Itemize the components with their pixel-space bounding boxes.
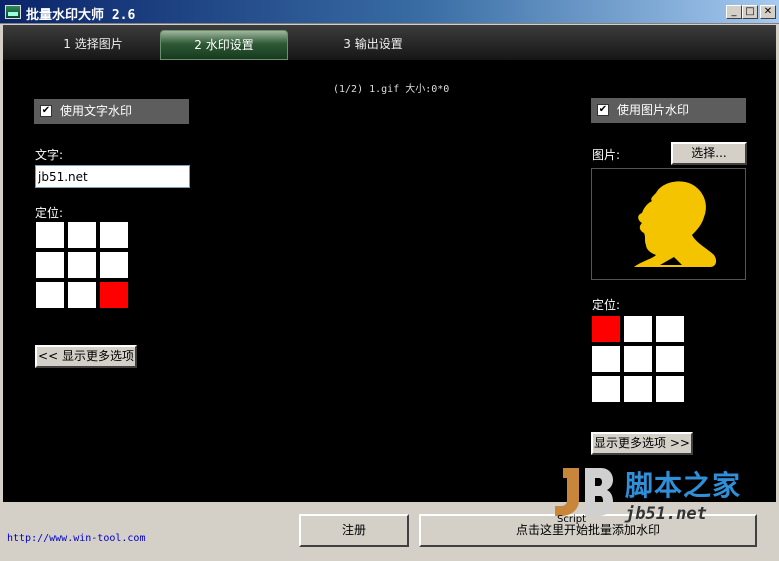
image-watermark-toggle[interactable]: ✔ 使用图片水印 [591,98,746,123]
text-position-cell-0[interactable] [36,222,64,248]
text-watermark-toggle[interactable]: ✔ 使用文字水印 [34,99,189,124]
watermark-text-input[interactable] [35,165,190,188]
show-more-options-button[interactable]: << 显示更多选项 [35,345,137,368]
tab-watermark-settings[interactable]: 2 水印设置 [160,30,288,60]
text-watermark-label: 使用文字水印 [60,104,133,118]
maximize-button[interactable]: □ [742,5,758,19]
choose-image-button[interactable]: 选择... [671,142,747,165]
image-position-cell-4[interactable] [624,346,652,372]
website-link[interactable]: http://www.win-tool.com [7,533,145,544]
text-position-cell-2[interactable] [100,222,128,248]
text-position-label: 定位: [35,206,64,220]
image-position-cell-3[interactable] [592,346,620,372]
text-position-cell-1[interactable] [68,222,96,248]
app-icon [5,5,21,19]
image-position-cell-7[interactable] [624,376,652,402]
minimize-button[interactable]: _ [726,5,742,19]
tab-output-settings[interactable]: 3 输出设置 [318,30,428,60]
image-position-grid [592,316,684,402]
image-position-cell-1[interactable] [624,316,652,342]
text-position-grid [36,222,128,308]
close-button[interactable]: ✕ [760,5,776,19]
image-position-label: 定位: [592,298,621,312]
watermark-site-url: jb51.net [625,504,707,524]
text-position-cell-7[interactable] [68,282,96,308]
text-label: 文字: [35,148,64,162]
silhouette-image [634,181,717,267]
image-position-cell-8[interactable] [656,376,684,402]
image-label: 图片: [592,148,621,162]
image-watermark-label: 使用图片水印 [617,103,690,117]
tab-bar: 1 选择图片 2 水印设置 3 输出设置 [3,25,776,60]
show-more-options-button-right[interactable]: 显示更多选项 >> [591,432,693,455]
image-position-cell-0[interactable] [592,316,620,342]
jb-logo-icon [555,468,613,516]
text-position-cell-8[interactable] [100,282,128,308]
text-position-cell-4[interactable] [68,252,96,278]
text-watermark-checkbox[interactable]: ✔ [40,105,52,117]
register-button[interactable]: 注册 [299,514,409,547]
watermark-script-text: Script [557,514,587,525]
title-bar: 批量水印大师 2.6 _ □ ✕ [0,0,779,24]
file-info: (1/2) 1.gif 大小:0*0 [333,84,450,95]
site-watermark: 脚本之家 jb51.net Script [545,460,777,532]
image-position-cell-5[interactable] [656,346,684,372]
settings-panel: (1/2) 1.gif 大小:0*0 ✔ 使用文字水印 文字: 定位: << 显… [3,60,776,502]
text-position-cell-6[interactable] [36,282,64,308]
image-position-cell-2[interactable] [656,316,684,342]
image-watermark-checkbox[interactable]: ✔ [597,104,609,116]
text-position-cell-5[interactable] [100,252,128,278]
tab-select-images[interactable]: 1 选择图片 [43,30,143,60]
text-position-cell-3[interactable] [36,252,64,278]
window-title: 批量水印大师 2.6 [26,8,136,23]
image-position-cell-6[interactable] [592,376,620,402]
watermark-site-name: 脚本之家 [625,469,742,502]
watermark-image-preview [591,168,746,280]
